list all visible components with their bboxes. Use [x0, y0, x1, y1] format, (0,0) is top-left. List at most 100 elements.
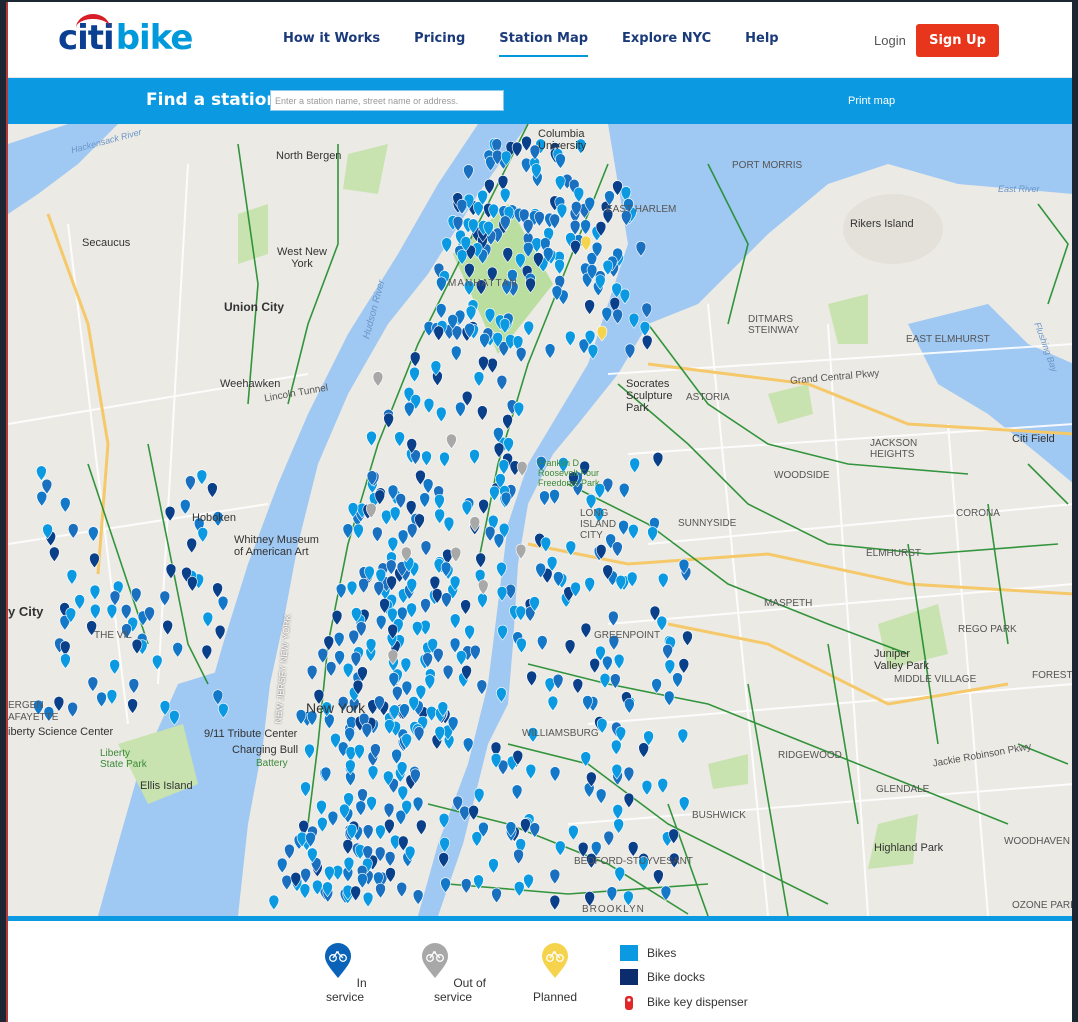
station-pin[interactable]	[354, 744, 365, 760]
station-pin[interactable]	[580, 751, 592, 768]
station-pin[interactable]	[573, 186, 585, 203]
station-pin[interactable]	[484, 526, 496, 542]
station-pin[interactable]	[460, 599, 471, 616]
station-pin[interactable]	[515, 347, 527, 363]
station-pin[interactable]	[159, 590, 171, 607]
station-pin[interactable]	[585, 493, 597, 510]
station-pin[interactable]	[413, 726, 425, 743]
station-pin[interactable]	[268, 894, 280, 911]
station-pin[interactable]	[459, 805, 470, 822]
station-pin[interactable]	[610, 673, 621, 690]
station-pin[interactable]	[513, 401, 525, 418]
station-pin[interactable]	[641, 779, 653, 796]
station-pin[interactable]	[350, 885, 361, 902]
station-pin[interactable]	[324, 865, 335, 882]
station-pin[interactable]	[212, 582, 223, 599]
station-pin[interactable]	[49, 546, 60, 563]
station-pin[interactable]	[615, 726, 627, 743]
station-pin[interactable]	[159, 700, 171, 716]
station-pin[interactable]	[662, 644, 673, 660]
station-pin[interactable]	[657, 777, 669, 794]
station-pin[interactable]	[89, 552, 100, 569]
station-pin[interactable]	[682, 630, 693, 647]
station-pin[interactable]	[394, 431, 405, 448]
station-pin[interactable]	[499, 187, 511, 204]
station-pin[interactable]	[130, 587, 142, 604]
station-pin[interactable]	[554, 840, 566, 857]
station-pin[interactable]	[406, 602, 417, 619]
station-pin[interactable]	[387, 536, 399, 553]
station-pin[interactable]	[316, 800, 327, 816]
station-pin[interactable]	[552, 673, 564, 690]
nav-help[interactable]: Help	[728, 31, 795, 57]
station-pin[interactable]	[547, 695, 559, 712]
station-pin[interactable]	[488, 203, 499, 220]
station-pin[interactable]	[529, 822, 541, 839]
station-pin[interactable]	[212, 689, 224, 706]
station-pin[interactable]	[419, 492, 430, 509]
nav-station-map[interactable]: Station Map	[482, 31, 605, 57]
station-pin[interactable]	[470, 644, 481, 661]
station-pin[interactable]	[549, 894, 561, 911]
station-pin[interactable]	[641, 334, 653, 351]
station-pin[interactable]	[525, 763, 537, 780]
station-pin[interactable]	[473, 874, 484, 891]
station-pin[interactable]	[678, 658, 690, 674]
station-pin[interactable]	[375, 882, 386, 899]
station-pin[interactable]	[656, 615, 668, 632]
station-pin[interactable]	[461, 500, 473, 517]
station-pin[interactable]	[381, 509, 392, 526]
station-pin[interactable]	[384, 851, 396, 867]
station-pin[interactable]	[653, 869, 664, 886]
station-pin[interactable]	[436, 276, 447, 293]
station-pin[interactable]	[342, 839, 354, 855]
station-pin[interactable]	[496, 687, 507, 703]
station-pin[interactable]	[608, 610, 619, 627]
station-pin[interactable]	[395, 493, 407, 509]
station-pin[interactable]	[603, 830, 615, 847]
station-pin[interactable]	[678, 796, 690, 812]
station-pin[interactable]	[334, 650, 345, 666]
station-pin[interactable]	[477, 579, 489, 596]
station-pin[interactable]	[469, 449, 480, 465]
station-pin[interactable]	[627, 841, 639, 857]
station-pin[interactable]	[516, 460, 528, 477]
station-pin[interactable]	[411, 621, 423, 637]
station-pin[interactable]	[624, 698, 635, 714]
station-pin[interactable]	[491, 887, 502, 904]
station-pin[interactable]	[660, 885, 672, 902]
station-pin[interactable]	[409, 351, 421, 368]
station-pin[interactable]	[214, 624, 226, 641]
nav-how-it-works[interactable]: How it Works	[266, 31, 397, 57]
station-pin[interactable]	[60, 653, 71, 670]
station-pin[interactable]	[502, 414, 513, 430]
station-pin[interactable]	[397, 785, 409, 802]
station-pin[interactable]	[306, 665, 318, 681]
station-pin[interactable]	[384, 818, 395, 835]
station-pin[interactable]	[401, 680, 413, 697]
station-pin[interactable]	[468, 805, 479, 821]
station-pin[interactable]	[477, 405, 488, 422]
station-pin[interactable]	[565, 540, 577, 557]
station-pin[interactable]	[613, 653, 625, 670]
station-pin[interactable]	[595, 788, 607, 805]
station-pin[interactable]	[299, 883, 311, 900]
station-pin[interactable]	[106, 689, 118, 705]
station-pin[interactable]	[196, 469, 208, 486]
station-pin[interactable]	[36, 491, 48, 507]
nav-pricing[interactable]: Pricing	[397, 31, 482, 57]
station-pin[interactable]	[549, 489, 560, 505]
station-pin[interactable]	[589, 657, 600, 674]
station-pin[interactable]	[109, 590, 121, 607]
station-pin[interactable]	[353, 523, 364, 540]
station-pin[interactable]	[549, 868, 561, 885]
station-pin[interactable]	[487, 357, 498, 374]
station-pin[interactable]	[580, 219, 591, 236]
station-pin[interactable]	[635, 241, 647, 257]
station-pin[interactable]	[554, 259, 565, 275]
station-pin[interactable]	[478, 356, 489, 372]
citibike-logo[interactable]: citi bike	[58, 14, 193, 58]
station-pin[interactable]	[587, 344, 599, 360]
station-pin[interactable]	[357, 872, 368, 889]
station-pin[interactable]	[406, 523, 418, 539]
